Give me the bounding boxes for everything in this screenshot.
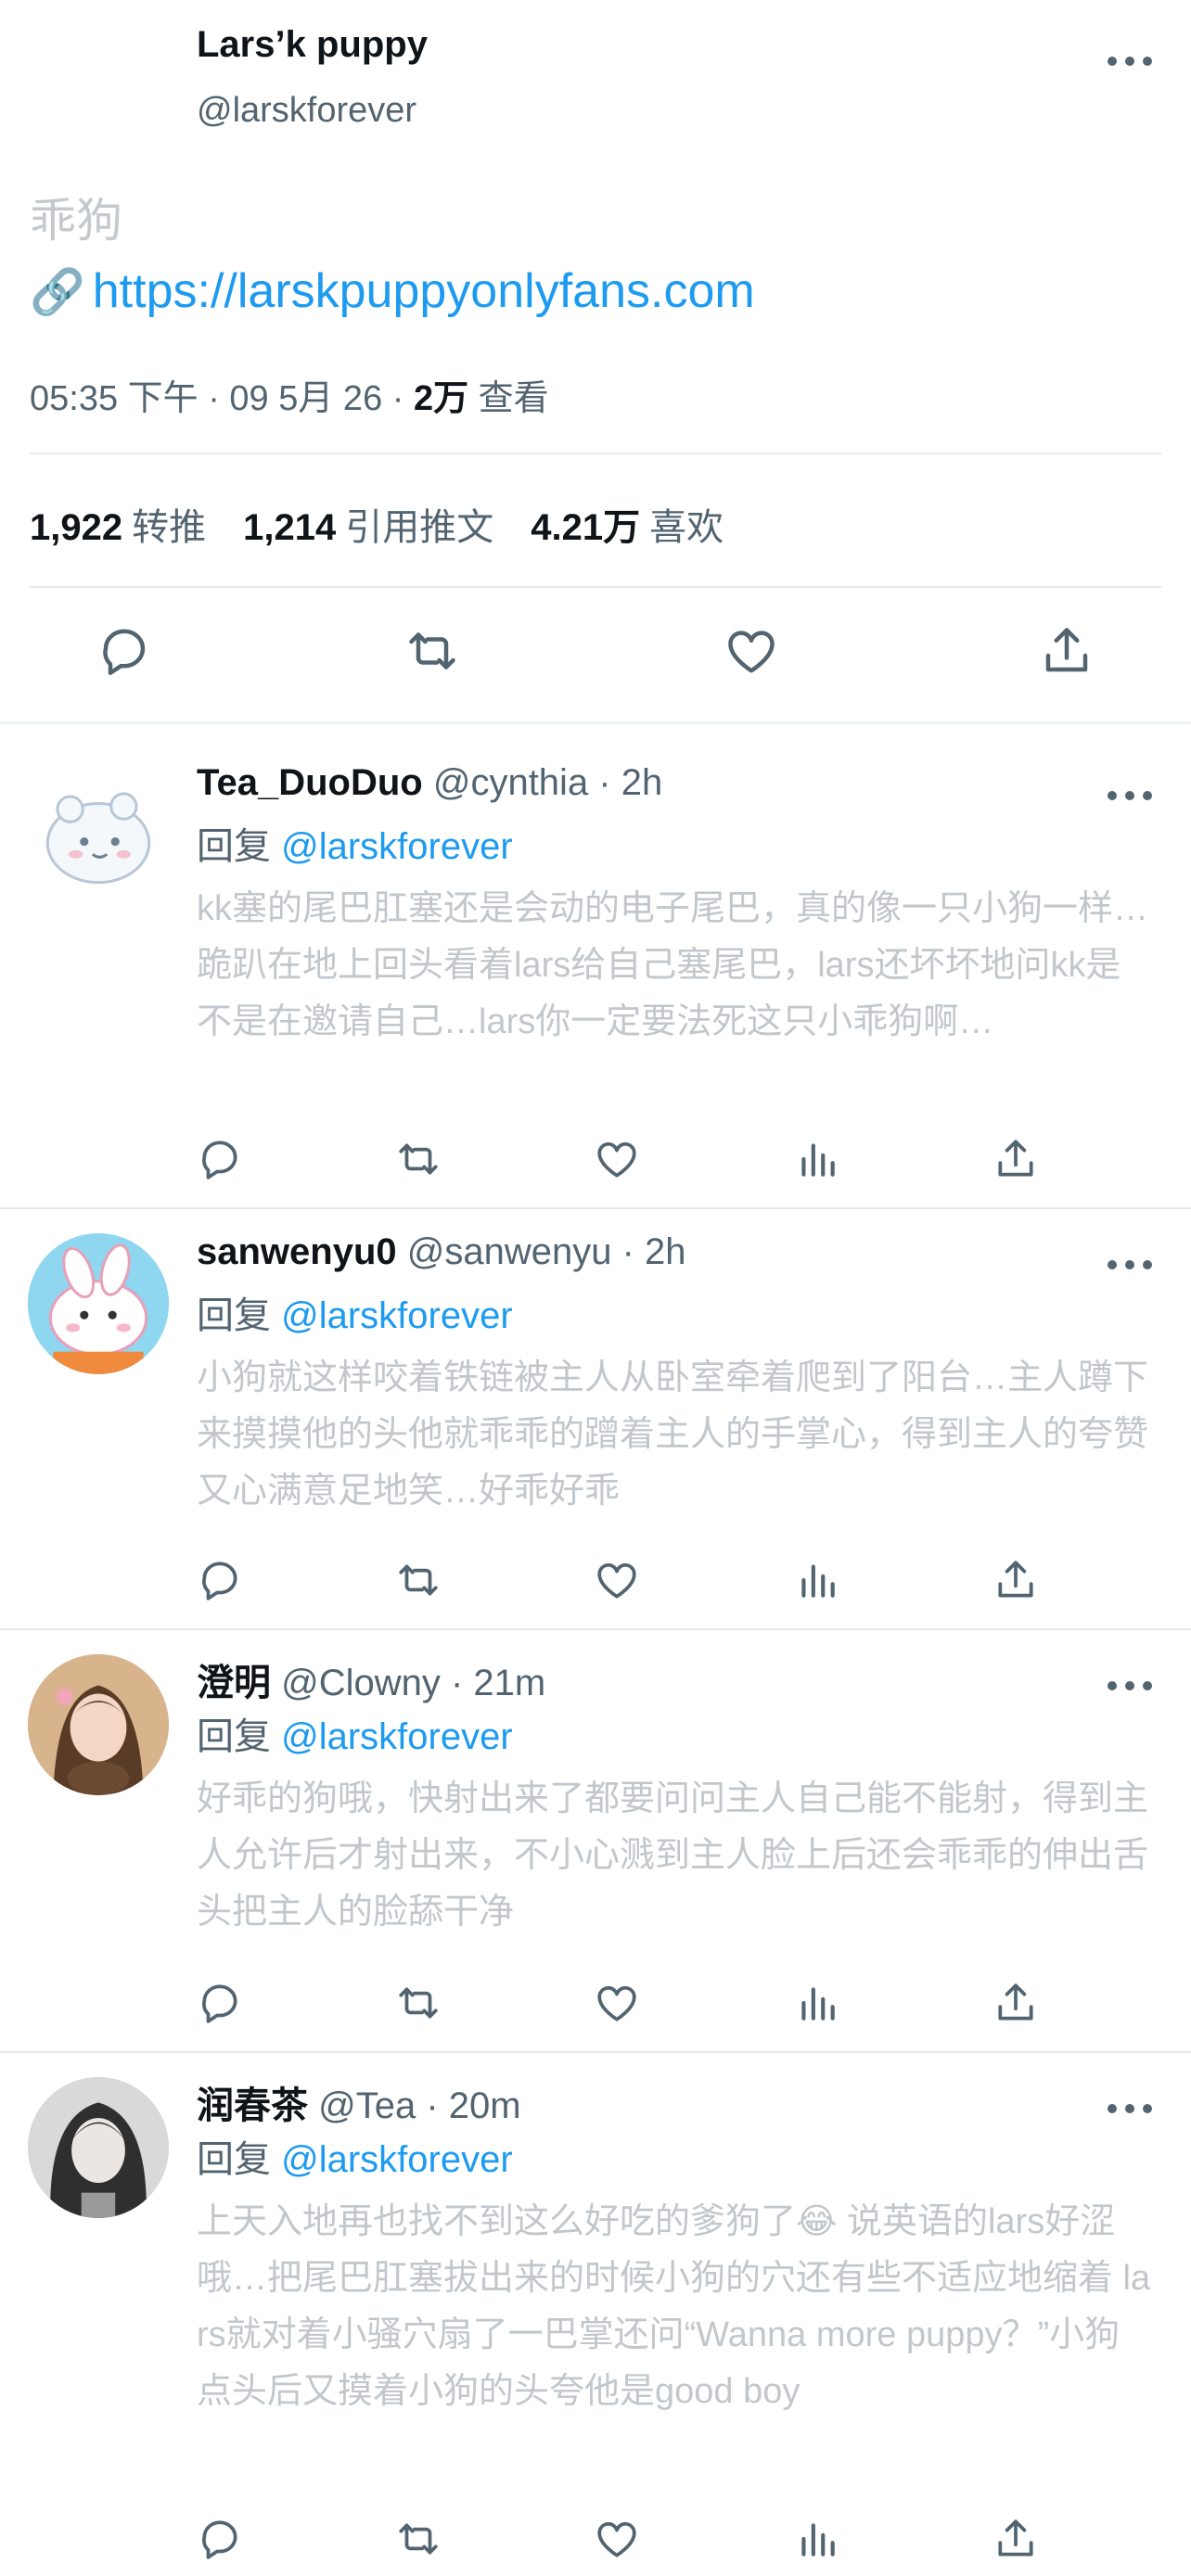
reply-author-handle[interactable]: @sanwenyu · 2h [407, 1231, 686, 1272]
reply-author-name[interactable]: 润春茶 [197, 2085, 308, 2126]
avatar[interactable] [28, 1654, 169, 1795]
retweet-icon[interactable] [395, 1136, 442, 1182]
likes-label: 喜欢 [649, 507, 724, 548]
tweet-actions [0, 619, 1191, 694]
reply-icon[interactable] [197, 1136, 243, 1182]
like-icon[interactable] [594, 2516, 640, 2562]
like-icon[interactable] [594, 1136, 640, 1182]
tweet-stats: 1,922 转推 1,214 引用推文 4.21万 喜欢 [30, 497, 724, 551]
replying-to: 回复 @larskforever [197, 2129, 513, 2183]
reply-header: 润春茶 @Tea · 20m [197, 2075, 521, 2129]
divider [0, 2051, 1191, 2053]
reply-text: kk塞的尾巴肛塞还是会动的电子尾巴，真的像一只小狗一样…跪趴在地上回头看着lar… [197, 889, 1149, 1041]
more-options-icon[interactable] [1108, 786, 1152, 805]
reply-tweet[interactable]: Tea_DuoDuo @cynthia · 2h 回复 @larskforeve… [0, 742, 1191, 1209]
tweet-meta: 05:35 下午 · 09 5月 26 · 2万 查看 [30, 369, 549, 420]
reply-prefix: 回复 [197, 1295, 282, 1336]
more-options-icon[interactable] [1108, 52, 1152, 70]
reply-author-handle[interactable]: @Clowny · 21m [281, 1663, 545, 1703]
reply-author-name[interactable]: Tea_DuoDuo [197, 762, 423, 803]
reply-text: 上天入地再也找不到这么好吃的爹狗了😂 说英语的lars好涩哦…把尾巴肛塞拔出来的… [197, 2202, 1151, 2411]
share-icon[interactable] [992, 1557, 1039, 1603]
reply-prefix: 回复 [197, 1716, 282, 1757]
share-icon[interactable] [992, 1980, 1039, 2026]
reply-icon[interactable] [197, 1980, 243, 2026]
reply-mention[interactable]: @larskforever [281, 1295, 513, 1336]
share-icon[interactable] [992, 1136, 1039, 1182]
quotes-count: 1,214 [243, 507, 337, 548]
reply-author-name[interactable]: 澄明 [197, 1663, 271, 1703]
more-options-icon[interactable] [1108, 2099, 1152, 2118]
divider [0, 1628, 1191, 1630]
reply-mention[interactable]: @larskforever [281, 2139, 513, 2180]
retweet-icon[interactable] [404, 623, 460, 679]
likes-count: 4.21万 [531, 507, 641, 548]
reply-header: sanwenyu0 @sanwenyu · 2h [197, 1231, 686, 1273]
reply-icon[interactable] [197, 1557, 243, 1603]
retweets-label: 转推 [132, 507, 207, 548]
more-options-icon[interactable] [1108, 1677, 1152, 1695]
analytics-icon[interactable] [794, 1136, 840, 1182]
retweet-icon[interactable] [395, 1980, 442, 2026]
divider [30, 586, 1161, 588]
reply-icon[interactable] [197, 2516, 243, 2562]
section-separator [0, 721, 1191, 724]
analytics-icon[interactable] [794, 1557, 840, 1603]
tweet-time: 05:35 下午 · 09 5月 26 · [30, 379, 414, 418]
tweet-link-text[interactable]: https://larskpuppyonlyfans.com [93, 264, 755, 318]
divider [30, 453, 1161, 454]
retweets-count: 1,922 [30, 507, 123, 548]
replying-to: 回复 @larskforever [197, 816, 513, 870]
reply-prefix: 回复 [197, 826, 282, 867]
author-name[interactable]: Lars’k puppy [197, 24, 428, 66]
reply-actions [0, 1136, 1191, 1188]
reply-tweet[interactable]: sanwenyu0 @sanwenyu · 2h 回复 @larskforeve… [0, 1211, 1191, 1630]
reply-mention[interactable]: @larskforever [281, 1716, 513, 1757]
reply-header: 澄明 @Clowny · 21m [197, 1652, 545, 1706]
reply-tweet[interactable]: 润春茶 @Tea · 20m 回复 @larskforever 上天入地再也找不… [0, 2055, 1191, 2576]
replying-to: 回复 @larskforever [197, 1285, 513, 1339]
retweet-icon[interactable] [395, 2516, 442, 2562]
avatar[interactable] [28, 2077, 169, 2218]
like-icon[interactable] [594, 1980, 640, 2026]
views-count: 2万 [413, 379, 469, 418]
tweet-text: 乖狗 [30, 195, 122, 247]
likes-stat[interactable]: 4.21万 喜欢 [531, 507, 724, 548]
reply-header: Tea_DuoDuo @cynthia · 2h [197, 762, 662, 804]
reply-author-name[interactable]: sanwenyu0 [197, 1231, 397, 1272]
analytics-icon[interactable] [794, 1980, 840, 2026]
reply-actions [0, 1980, 1191, 2032]
tweet-link[interactable]: 🔗 https://larskpuppyonlyfans.com [30, 263, 755, 319]
avatar[interactable] [28, 1233, 169, 1374]
like-icon[interactable] [594, 1557, 640, 1603]
author-handle[interactable]: @larskforever [197, 91, 416, 131]
quotes-label: 引用推文 [345, 507, 494, 548]
like-icon[interactable] [724, 623, 779, 679]
reply-prefix: 回复 [197, 2139, 282, 2180]
reply-actions [0, 1557, 1191, 1609]
reply-text: 好乖的狗哦，快射出来了都要问问主人自己能不能射，得到主人允许后才射出来，不小心溅… [197, 1779, 1149, 1932]
reply-tweet[interactable]: 澄明 @Clowny · 21m 回复 @larskforever 好乖的狗哦，… [0, 1632, 1191, 2053]
replying-to: 回复 @larskforever [197, 1706, 513, 1760]
reply-actions [0, 2516, 1191, 2568]
link-icon: 🔗 [30, 268, 85, 317]
avatar[interactable] [28, 764, 169, 905]
retweets-stat[interactable]: 1,922 转推 [30, 507, 206, 548]
reply-author-handle[interactable]: @cynthia · 2h [433, 762, 662, 803]
reply-text: 小狗就这样咬着铁链被主人从卧室牵着爬到了阳台…主人蹲下来摸摸他的头他就乖乖的蹭着… [197, 1358, 1149, 1511]
analytics-icon[interactable] [794, 2516, 840, 2562]
more-options-icon[interactable] [1108, 1256, 1152, 1274]
retweet-icon[interactable] [395, 1557, 442, 1603]
reply-author-handle[interactable]: @Tea · 20m [318, 2085, 520, 2126]
divider [0, 1207, 1191, 1209]
reply-mention[interactable]: @larskforever [281, 826, 513, 867]
reply-icon[interactable] [96, 623, 152, 679]
share-icon[interactable] [1039, 623, 1095, 679]
share-icon[interactable] [992, 2516, 1039, 2562]
views-label: 查看 [468, 379, 549, 418]
quotes-stat[interactable]: 1,214 引用推文 [243, 507, 493, 548]
